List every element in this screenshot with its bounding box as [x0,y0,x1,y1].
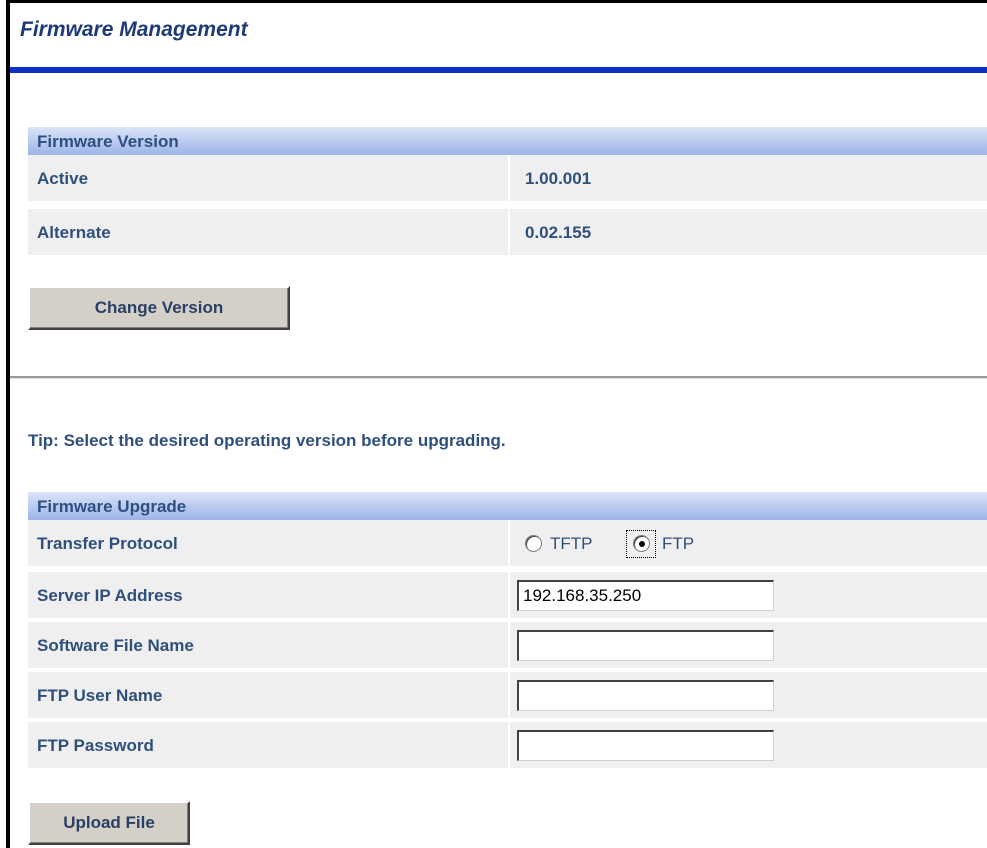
tftp-radio[interactable] [525,535,542,552]
server-ip-row: Server IP Address [28,572,987,620]
alternate-label: Alternate [37,223,111,242]
window-frame-top [6,0,987,3]
firmware-upgrade-header: Firmware Upgrade [28,492,987,520]
column-divider [508,672,510,718]
radio-selected-dot [639,541,645,547]
transfer-protocol-label: Transfer Protocol [37,534,178,553]
software-file-label: Software File Name [37,636,194,655]
ftp-radio-label[interactable]: FTP [662,520,694,568]
ftp-user-label: FTP User Name [37,686,163,705]
section-separator [10,376,987,379]
column-divider [508,155,510,201]
ftp-user-row: FTP User Name [28,672,987,720]
title-rule [10,67,987,73]
column-divider [508,520,510,566]
change-version-button[interactable]: Change Version [28,286,290,330]
firmware-version-header: Firmware Version [28,127,987,155]
column-divider [508,572,510,618]
ftp-radio[interactable] [633,535,650,552]
server-ip-label: Server IP Address [37,586,183,605]
software-file-row: Software File Name [28,622,987,670]
active-label: Active [37,169,89,188]
alternate-version-row: Alternate 0.02.155 [28,209,987,257]
software-file-input[interactable] [517,630,774,661]
active-version-value: 1.00.001 [525,169,592,188]
ftp-password-row: FTP Password [28,722,987,770]
ftp-password-label: FTP Password [37,736,154,755]
column-divider [508,722,510,768]
column-divider [508,209,510,255]
tip-text: Tip: Select the desired operating versio… [28,431,506,450]
upload-file-button[interactable]: Upload File [28,801,190,845]
tftp-radio-label[interactable]: TFTP [550,520,593,568]
page-title: Firmware Management [20,18,248,41]
active-version-row: Active 1.00.001 [28,155,987,203]
column-divider [508,622,510,668]
alternate-version-value: 0.02.155 [525,223,592,242]
transfer-protocol-row: Transfer Protocol TFTP FTP [28,520,987,568]
ftp-password-input[interactable] [517,730,774,761]
ftp-user-input[interactable] [517,680,774,711]
window-frame-left [6,0,10,848]
server-ip-input[interactable] [517,580,774,611]
